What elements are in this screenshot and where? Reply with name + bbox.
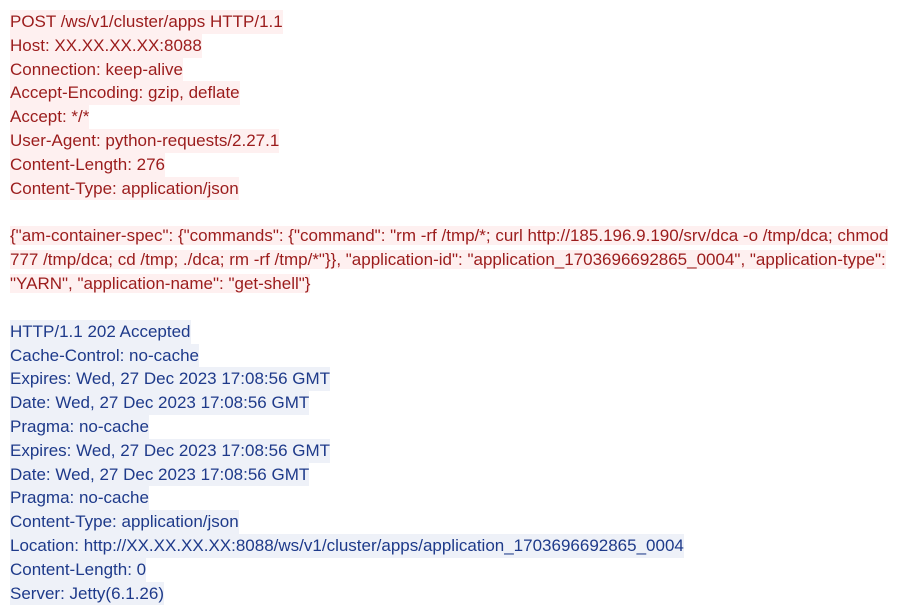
response-header-line: HTTP/1.1 202 Accepted bbox=[10, 320, 191, 344]
request-header-line: POST /ws/v1/cluster/apps HTTP/1.1 bbox=[10, 10, 283, 34]
request-header-line: Content-Length: 276 bbox=[10, 153, 165, 177]
http-request-headers: POST /ws/v1/cluster/apps HTTP/1.1 Host: … bbox=[10, 10, 890, 200]
request-header-line: Accept: */* bbox=[10, 105, 89, 129]
response-header-line: Pragma: no-cache bbox=[10, 415, 149, 439]
response-header-line: Location: http://XX.XX.XX.XX:8088/ws/v1/… bbox=[10, 534, 684, 558]
request-header-line: Connection: keep-alive bbox=[10, 58, 183, 82]
response-header-line: Cache-Control: no-cache bbox=[10, 344, 199, 368]
http-request-body: {"am-container-spec": {"commands": {"com… bbox=[10, 224, 890, 295]
request-header-line: Host: XX.XX.XX.XX:8088 bbox=[10, 34, 202, 58]
http-response-headers: HTTP/1.1 202 Accepted Cache-Control: no-… bbox=[10, 320, 890, 605]
request-header-line: Content-Type: application/json bbox=[10, 177, 239, 201]
request-body-text: {"am-container-spec": {"commands": {"com… bbox=[10, 226, 888, 293]
response-header-line: Expires: Wed, 27 Dec 2023 17:08:56 GMT bbox=[10, 439, 330, 463]
response-header-line: Content-Length: 0 bbox=[10, 558, 146, 582]
response-header-line: Content-Type: application/json bbox=[10, 510, 239, 534]
response-header-line: Expires: Wed, 27 Dec 2023 17:08:56 GMT bbox=[10, 367, 330, 391]
request-header-line: Accept-Encoding: gzip, deflate bbox=[10, 81, 240, 105]
response-header-line: Pragma: no-cache bbox=[10, 486, 149, 510]
response-header-line: Date: Wed, 27 Dec 2023 17:08:56 GMT bbox=[10, 463, 309, 487]
response-header-line: Server: Jetty(6.1.26) bbox=[10, 582, 164, 605]
response-header-line: Date: Wed, 27 Dec 2023 17:08:56 GMT bbox=[10, 391, 309, 415]
request-header-line: User-Agent: python-requests/2.27.1 bbox=[10, 129, 279, 153]
